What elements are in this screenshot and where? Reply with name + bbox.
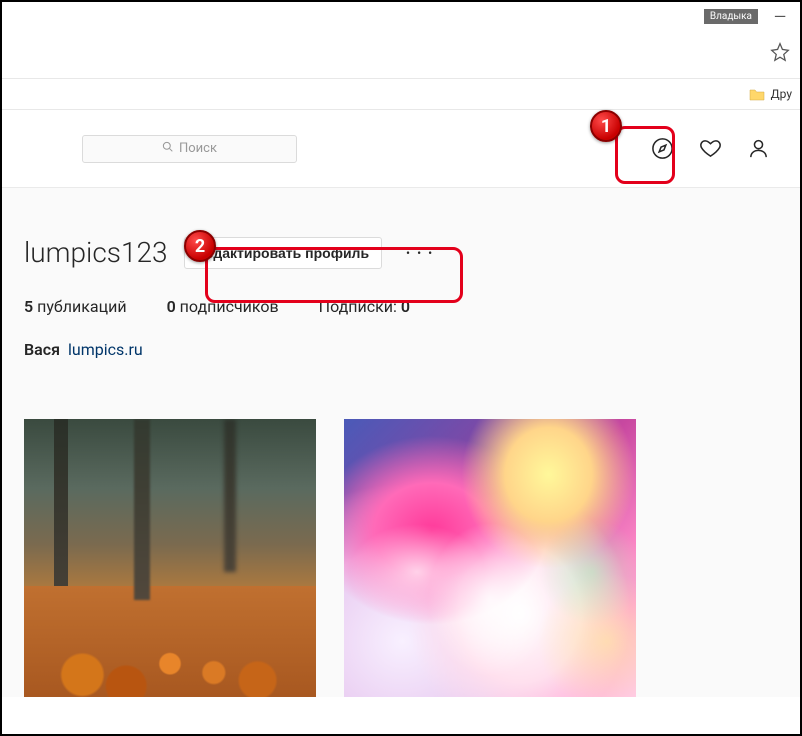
post-thumbnail[interactable] — [24, 419, 316, 697]
profile-bio-link[interactable]: lumpics.ru — [68, 340, 143, 359]
stat-following[interactable]: Подписки: 0 — [319, 297, 410, 316]
profile-display-name: Вася — [24, 340, 60, 359]
posts-grid — [2, 359, 800, 697]
search-icon — [162, 141, 173, 156]
bookmarks-other-label[interactable]: Дру — [771, 87, 792, 101]
app-header: Поиск — [2, 110, 800, 188]
profile-section: lumpics123 Редактировать профиль • • • 5… — [2, 188, 800, 359]
minimize-button[interactable]: — — [770, 6, 790, 26]
bookmark-star-icon[interactable] — [770, 42, 790, 66]
explore-icon[interactable] — [650, 137, 674, 161]
profile-username: lumpics123 — [24, 236, 168, 269]
browser-toolbar — [2, 30, 800, 79]
search-placeholder: Поиск — [179, 141, 217, 156]
bookmarks-bar: Дру — [2, 79, 800, 110]
stat-posts: 5 публикаций — [24, 297, 127, 316]
folder-icon — [749, 88, 765, 101]
post-thumbnail[interactable] — [344, 419, 636, 697]
stat-followers[interactable]: 0 подписчиков — [167, 297, 279, 316]
user-icon[interactable] — [746, 137, 770, 161]
user-tag: Владыка — [704, 9, 758, 24]
edit-profile-button[interactable]: Редактировать профиль — [184, 237, 383, 269]
heart-icon[interactable] — [698, 137, 722, 161]
window-title-bar: Владыка — — [2, 2, 800, 30]
more-options-icon[interactable]: • • • — [406, 246, 434, 260]
search-input[interactable]: Поиск — [82, 135, 297, 163]
